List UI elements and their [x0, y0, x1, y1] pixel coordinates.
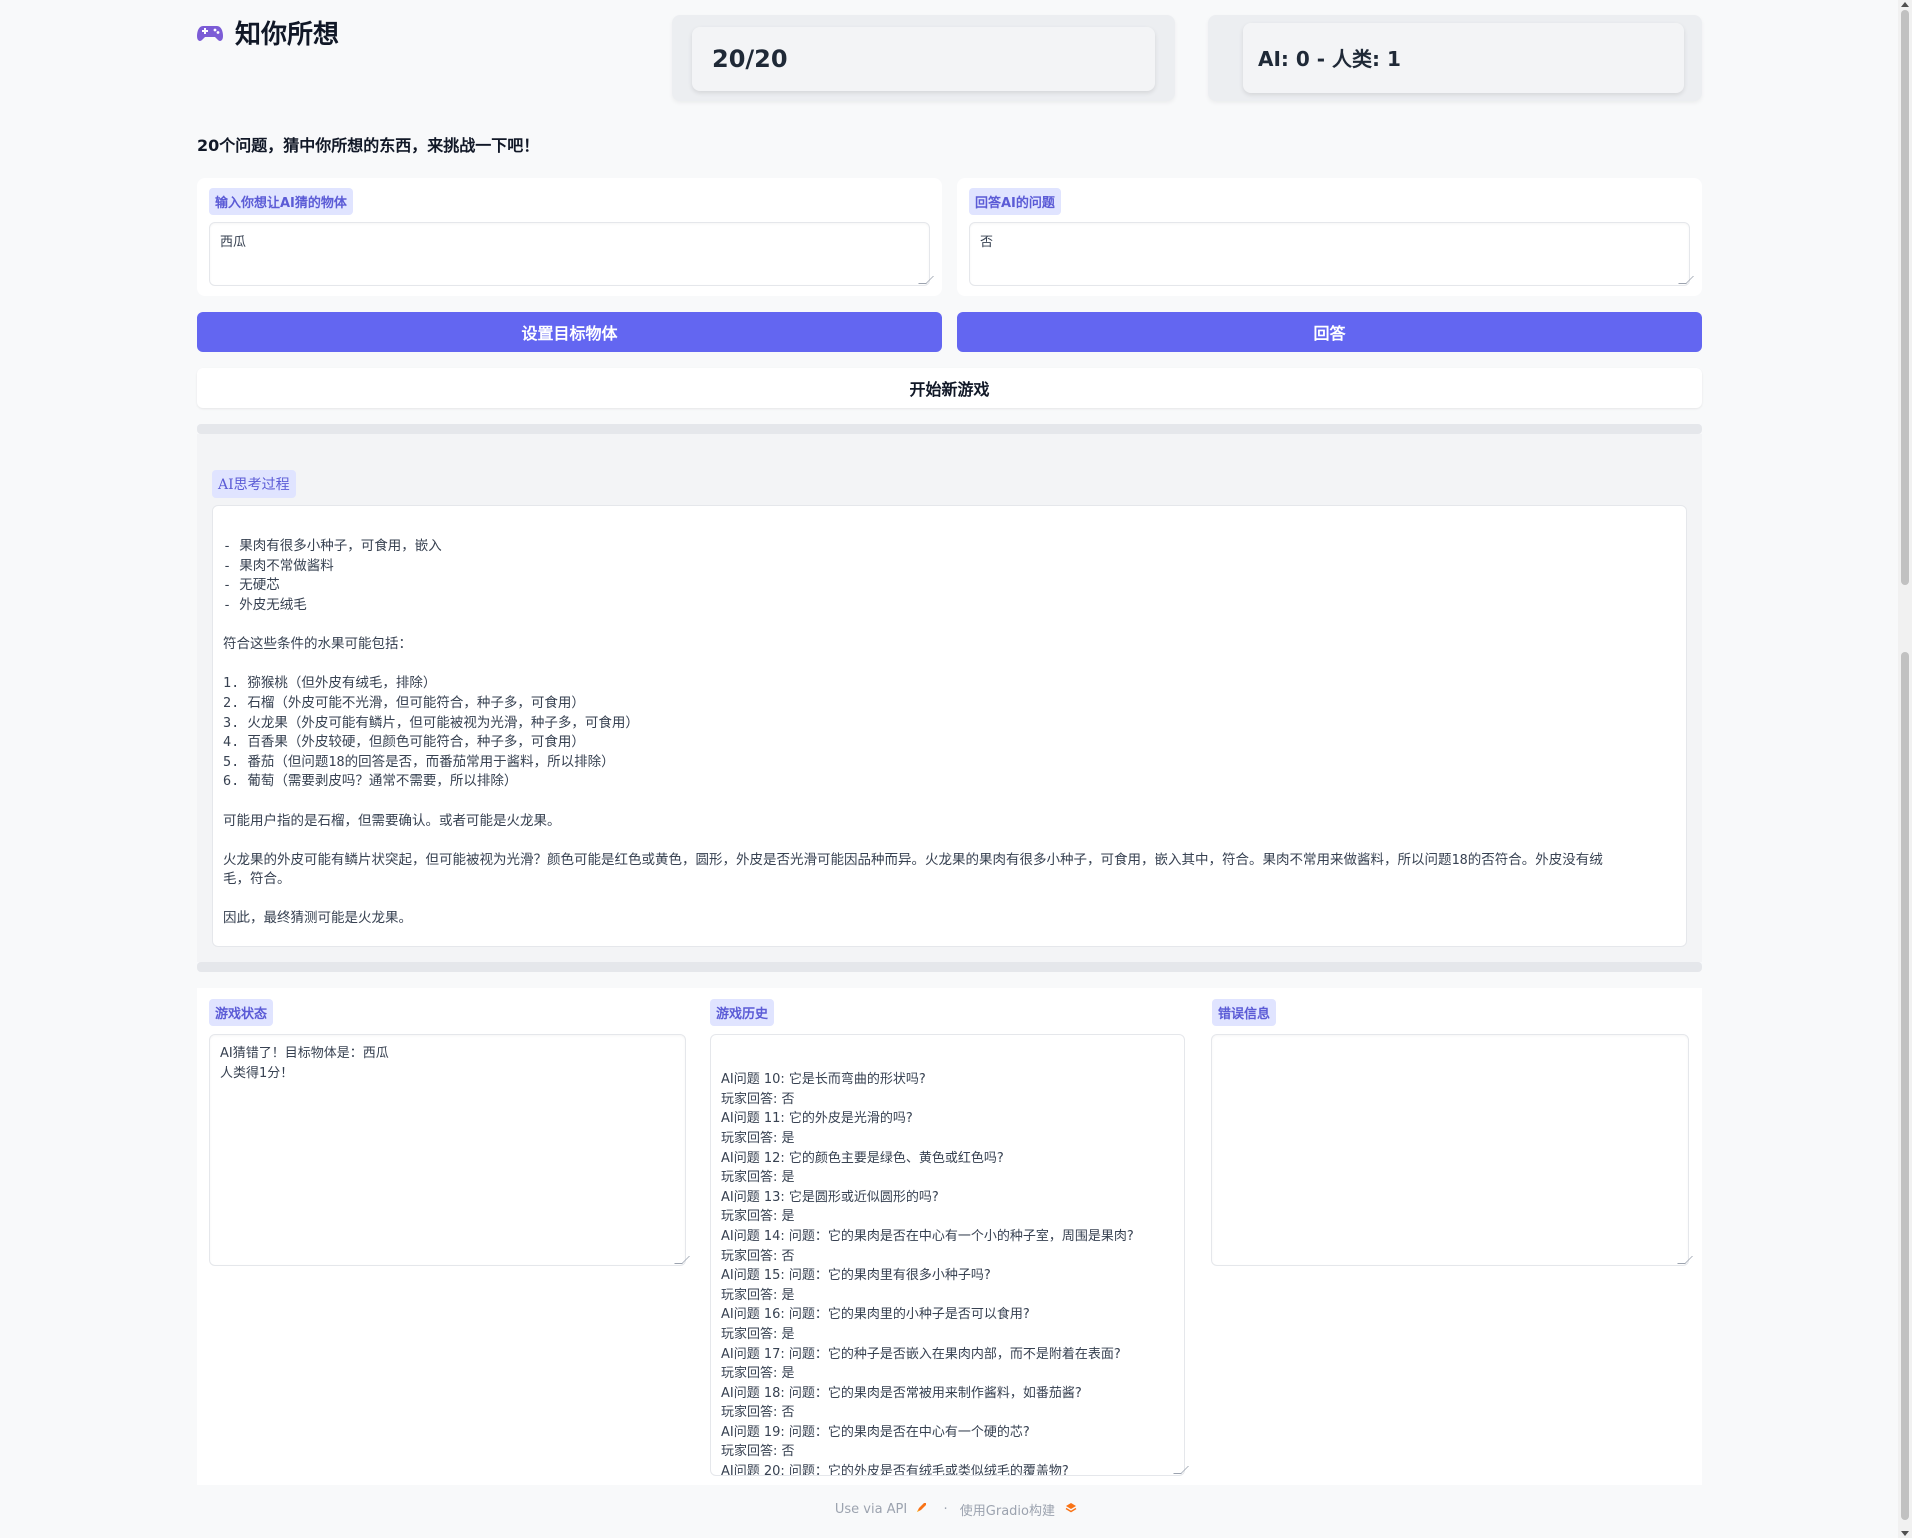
gradio-logo-icon	[1065, 1502, 1077, 1518]
gamepad-icon	[197, 23, 223, 43]
footer: Use via API · 使用Gradio构建	[0, 1500, 1912, 1519]
section-divider	[197, 962, 1702, 972]
scroll-thumb[interactable]	[1901, 652, 1909, 1520]
scroll-down-icon[interactable]	[1901, 1531, 1909, 1536]
app-title: 知你所想	[197, 14, 339, 51]
question-count: 20/20	[692, 27, 1155, 91]
gradio-link[interactable]: 使用Gradio构建	[960, 1500, 1055, 1519]
error-info-textbox[interactable]	[1211, 1034, 1689, 1266]
game-status-textbox[interactable]: AI猜错了！目标物体是：西瓜 人类得1分！	[209, 1034, 686, 1266]
thinking-label: AI思考过程	[212, 470, 296, 498]
scroll-up-icon[interactable]	[1901, 2, 1909, 7]
score-display: AI: 0 - 人类: 1	[1243, 23, 1684, 93]
api-link[interactable]: Use via API	[835, 1502, 907, 1517]
subtitle: 20个问题，猜中你所想的东西，来挑战一下吧！	[197, 136, 540, 155]
thinking-text: - 果肉有很多小种子，可食用，嵌入 - 果肉不常做酱料 - 无硬芯 - 外皮无绒…	[223, 538, 1603, 927]
page-scrollbar[interactable]	[1898, 0, 1912, 1538]
score-card: AI: 0 - 人类: 1	[1208, 15, 1702, 101]
target-input[interactable]: 西瓜	[209, 222, 930, 286]
set-target-button[interactable]: 设置目标物体	[197, 312, 942, 352]
game-history-text: AI问题 10: 它是长而弯曲的形状吗? 玩家回答: 否 AI问题 11: 它的…	[721, 1072, 1134, 1476]
footer-separator: ·	[943, 1502, 948, 1517]
thinking-textbox[interactable]: - 果肉有很多小种子，可食用，嵌入 - 果肉不常做酱料 - 无硬芯 - 外皮无绒…	[212, 505, 1687, 947]
target-input-panel: 输入你想让AI猜的物体 西瓜	[197, 178, 942, 296]
error-info-label: 错误信息	[1212, 999, 1277, 1026]
page-title: 知你所想	[235, 20, 340, 50]
new-game-button[interactable]: 开始新游戏	[197, 368, 1702, 408]
game-status-label: 游戏状态	[209, 999, 274, 1026]
question-count-card: 20/20	[672, 15, 1175, 101]
scroll-thumb[interactable]	[1901, 10, 1909, 585]
rocket-icon	[915, 1502, 927, 1518]
answer-input-label: 回答AI的问题	[969, 188, 1061, 215]
answer-button[interactable]: 回答	[957, 312, 1702, 352]
answer-input[interactable]: 否	[969, 222, 1690, 286]
section-divider	[197, 424, 1702, 434]
game-history-label: 游戏历史	[710, 999, 775, 1026]
target-input-label: 输入你想让AI猜的物体	[209, 188, 353, 215]
answer-input-panel: 回答AI的问题 否	[957, 178, 1702, 296]
game-history-textbox[interactable]: AI问题 10: 它是长而弯曲的形状吗? 玩家回答: 否 AI问题 11: 它的…	[710, 1034, 1185, 1476]
